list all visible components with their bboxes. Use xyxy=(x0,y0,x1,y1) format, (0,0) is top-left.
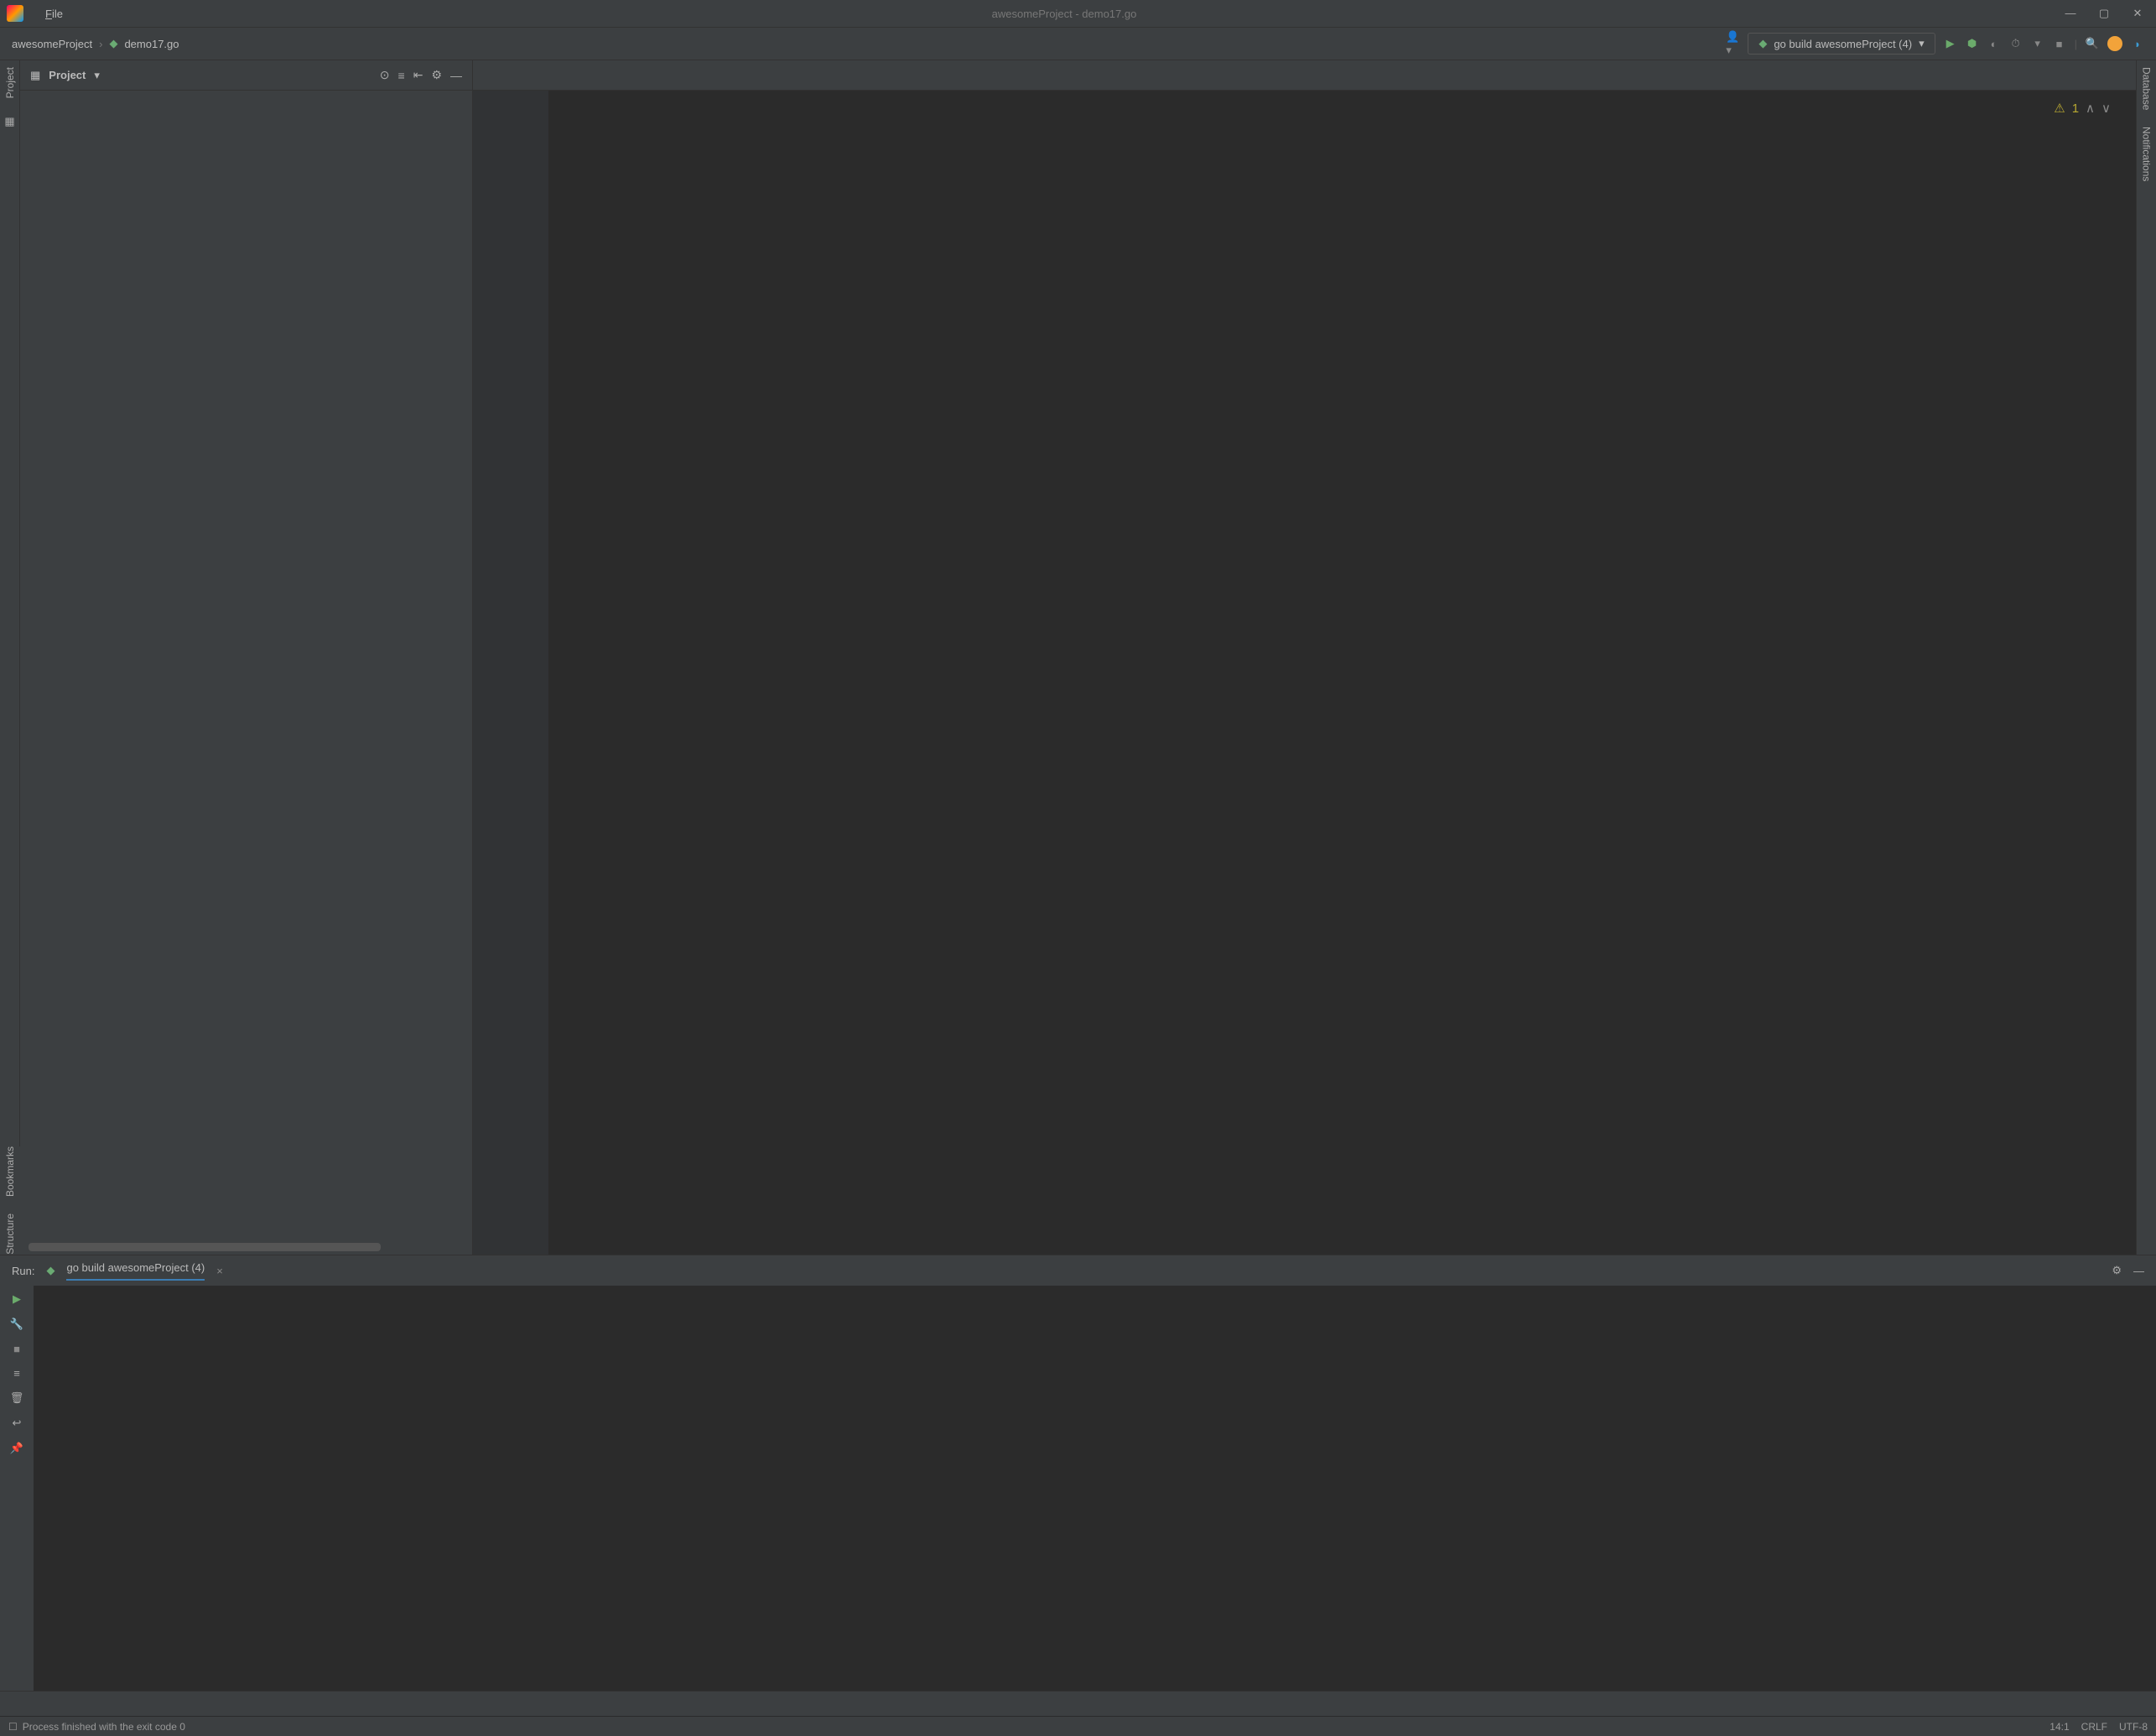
bookmarks-tool-tab[interactable]: Bookmarks xyxy=(4,1146,16,1197)
trash-icon[interactable]: 🗑 xyxy=(10,1391,24,1405)
close-icon[interactable]: ✕ xyxy=(2126,7,2149,20)
status-message-icon: ☐ xyxy=(8,1721,18,1733)
scrollbar-thumb[interactable] xyxy=(29,1243,381,1251)
right-tool-strip: Database Notifications xyxy=(2136,60,2156,1255)
caret-position[interactable]: 14:1 xyxy=(2049,1721,2069,1733)
run-settings-icon[interactable]: ⚙ xyxy=(2112,1264,2122,1277)
file-encoding[interactable]: UTF-8 xyxy=(2119,1721,2148,1733)
project-tool-tab[interactable]: Project xyxy=(4,67,16,98)
soft-wrap-icon[interactable]: ↩ xyxy=(13,1416,22,1430)
stop-icon[interactable]: ■ xyxy=(2053,37,2066,50)
line-separator[interactable]: CRLF xyxy=(2081,1721,2107,1733)
collapse-all-icon[interactable]: ⇤ xyxy=(413,68,423,82)
profile-icon[interactable]: ⏱ xyxy=(2009,37,2023,50)
project-panel-title: Project xyxy=(49,69,86,81)
run-config-selector[interactable]: ◆ go build awesomeProject (4) ▾ xyxy=(1748,33,1935,55)
coverage-icon[interactable]: ◐ xyxy=(1987,37,2001,50)
debug-icon[interactable]: ⬢ xyxy=(1966,37,1979,50)
rerun-icon[interactable]: ▶ xyxy=(13,1292,21,1306)
menu-file[interactable]: File xyxy=(39,8,70,20)
project-dropdown-icon[interactable]: ▾ xyxy=(94,69,100,82)
line-gutter xyxy=(473,91,548,1255)
update-icon[interactable] xyxy=(2107,36,2122,51)
navigation-bar: awesomeProject › ◆ demo17.go 👤▾ ◆ go bui… xyxy=(0,27,2156,60)
left-tool-strip: Project ▦ xyxy=(0,60,20,1255)
notifications-tool-tab[interactable]: Notifications xyxy=(2141,127,2153,181)
status-bar: ☐ Process finished with the exit code 0 … xyxy=(0,1716,2156,1736)
wrench-icon[interactable]: 🔧 xyxy=(10,1318,23,1331)
editor-tabs xyxy=(473,60,2136,91)
breadcrumb-file[interactable]: demo17.go xyxy=(124,38,179,50)
bottom-tool-tabs xyxy=(0,1691,2156,1716)
layout-icon[interactable]: ≡ xyxy=(13,1367,20,1380)
app-logo-icon xyxy=(7,5,23,22)
warning-count: 1 xyxy=(2072,97,2079,121)
database-tool-tab[interactable]: Database xyxy=(2141,67,2153,110)
project-view-icon[interactable]: ▦ xyxy=(30,69,40,82)
breadcrumb: awesomeProject › ◆ demo17.go xyxy=(12,37,179,50)
minimize-icon[interactable]: — xyxy=(2059,7,2082,20)
expand-all-icon[interactable]: ≡ xyxy=(398,69,405,82)
maximize-icon[interactable]: ▢ xyxy=(2092,7,2116,20)
hide-panel-icon[interactable]: — xyxy=(450,69,462,82)
close-tab-icon[interactable]: × xyxy=(216,1265,223,1277)
search-icon[interactable]: 🔍 xyxy=(2086,37,2099,50)
prev-highlight-icon[interactable]: ∧ xyxy=(2086,97,2095,121)
go-file-icon: ◆ xyxy=(109,37,117,50)
run-config-label: go build awesomeProject (4) xyxy=(1774,38,1912,50)
go-file-icon: ◆ xyxy=(46,1264,55,1277)
select-opened-icon[interactable]: ⊙ xyxy=(380,68,390,82)
inspection-widget[interactable]: ⚠ 1 ∧ ∨ xyxy=(2054,97,2111,121)
code-editor[interactable]: ⚠ 1 ∧ ∨ xyxy=(548,91,2136,1255)
more-run-icon[interactable]: ▾ xyxy=(2031,37,2044,50)
warning-icon: ⚠ xyxy=(2054,97,2065,121)
status-message: Process finished with the exit code 0 xyxy=(23,1721,185,1733)
run-panel-config[interactable]: go build awesomeProject (4) xyxy=(66,1261,205,1281)
breadcrumb-project[interactable]: awesomeProject xyxy=(12,38,92,50)
next-highlight-icon[interactable]: ∨ xyxy=(2101,97,2111,121)
stop-run-icon[interactable]: ■ xyxy=(13,1343,20,1355)
hide-run-icon[interactable]: — xyxy=(2133,1265,2144,1277)
pin-icon[interactable]: 📌 xyxy=(10,1442,23,1455)
run-tool-window: Run: ◆ go build awesomeProject (4) × ⚙ —… xyxy=(0,1255,2156,1691)
run-output[interactable] xyxy=(34,1286,2156,1691)
project-panel: ▦ Project ▾ ⊙ ≡ ⇤ ⚙ — xyxy=(20,60,473,1255)
settings-icon[interactable]: ⚙ xyxy=(431,68,442,82)
project-tool-icon[interactable]: ▦ xyxy=(4,115,14,128)
title-bar: File awesomeProject - demo17.go — ▢ ✕ xyxy=(0,0,2156,27)
window-title: awesomeProject - demo17.go xyxy=(73,8,2055,20)
run-icon[interactable]: ▶ xyxy=(1944,37,1957,50)
ide-settings-icon[interactable]: ◗ xyxy=(2131,37,2144,50)
structure-tool-tab[interactable]: Structure xyxy=(4,1214,16,1255)
add-user-icon[interactable]: 👤▾ xyxy=(1726,37,1739,50)
run-panel-label: Run: xyxy=(12,1265,34,1277)
